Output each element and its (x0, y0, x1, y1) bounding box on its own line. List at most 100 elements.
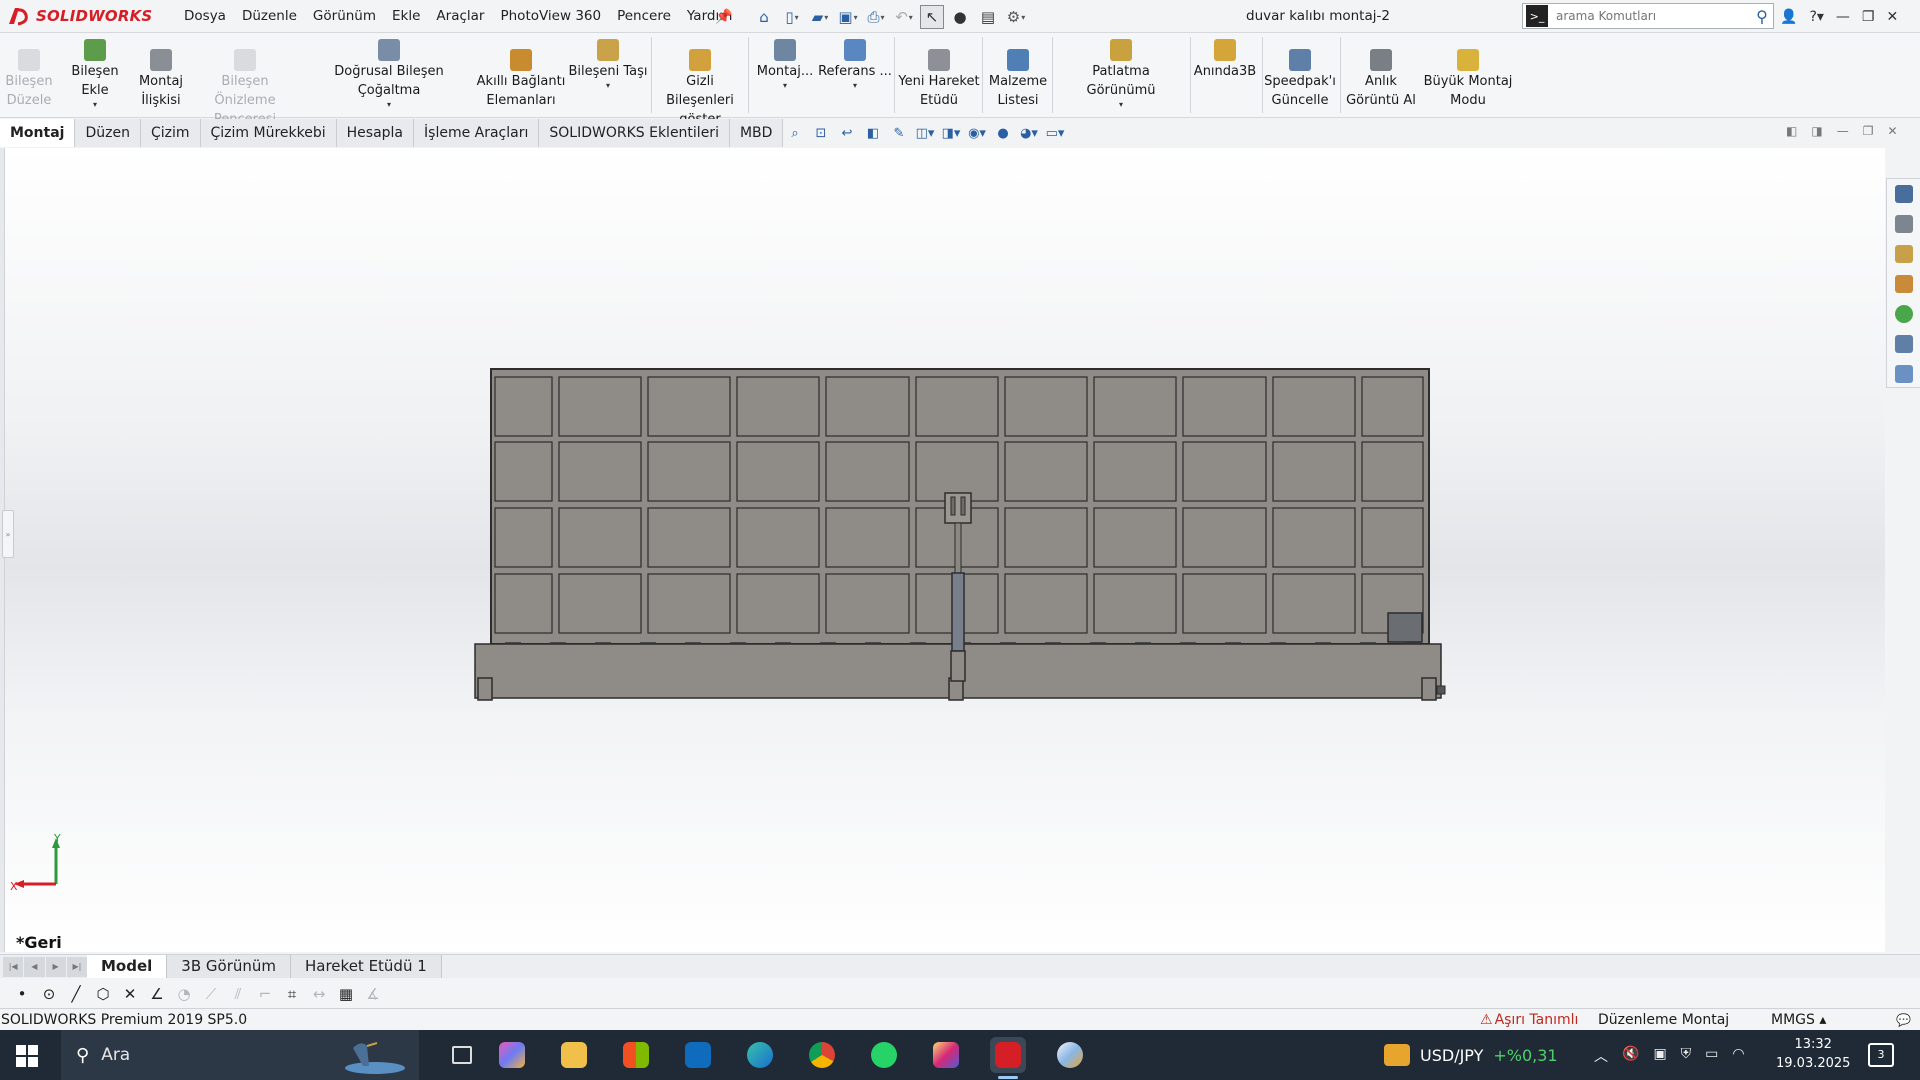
tile-right-icon[interactable]: ◨ (1811, 124, 1822, 138)
convert-entities-icon[interactable]: ⌐ (255, 984, 275, 1004)
panel-cell[interactable] (1093, 441, 1177, 502)
breadcrumb-back[interactable]: *Geri (16, 933, 62, 952)
panel-cell[interactable] (736, 573, 820, 634)
bill-of-materials-button[interactable]: Malzeme Listesi (986, 45, 1050, 110)
graphics-area[interactable] (5, 148, 1885, 952)
panel-cell[interactable] (494, 376, 553, 437)
tab-solidworks-eklentileri[interactable]: SOLIDWORKS Eklentileri (539, 119, 730, 147)
stock-ticker-widget[interactable]: USD/JPY +%0,31 (1384, 1044, 1558, 1066)
pin-icon[interactable]: 📌 (715, 9, 732, 25)
new-document-icon[interactable]: ▯ ▾ (780, 5, 804, 29)
panel-cell[interactable] (1272, 573, 1356, 634)
solidworks-app-icon[interactable] (990, 1037, 1026, 1079)
view-settings-icon[interactable]: ▭▾ (1044, 122, 1066, 144)
offset-icon[interactable]: ⫽ (228, 984, 248, 1004)
menu-pencere[interactable]: Pencere (609, 0, 679, 33)
menu-ekle[interactable]: Ekle (384, 0, 428, 33)
undo-icon[interactable]: ↶ ▾ (892, 5, 916, 29)
design-library-icon[interactable] (1889, 209, 1919, 239)
assembly-model[interactable] (5, 148, 1885, 952)
panel-cell[interactable] (736, 376, 820, 437)
panel-cell[interactable] (1182, 573, 1267, 634)
view-orientation-icon[interactable]: ◫▾ (914, 122, 936, 144)
tab-model[interactable]: Model (87, 955, 168, 978)
linear-pattern-button[interactable]: Doğrusal Bileşen Çoğaltma ▾ (304, 35, 474, 110)
file-explorer-app-icon[interactable] (556, 1037, 592, 1073)
panel-cell[interactable] (647, 507, 731, 568)
large-assembly-mode-button[interactable]: Büyük Montaj Modu (1422, 45, 1514, 110)
task-view-icon[interactable] (444, 1037, 480, 1073)
file-explorer-icon[interactable] (1889, 239, 1919, 269)
panel-cell[interactable] (558, 376, 642, 437)
solidworks-resources-icon[interactable] (1889, 179, 1919, 209)
menu-photoview[interactable]: PhotoView 360 (492, 0, 609, 33)
tab-hesapla[interactable]: Hesapla (336, 119, 415, 147)
smart-dimension-icon[interactable]: ⌗ (282, 984, 302, 1004)
tab-motion-study-1[interactable]: Hareket Etüdü 1 (291, 955, 442, 978)
panel-cell[interactable] (825, 441, 910, 502)
panel-cell[interactable] (825, 376, 910, 437)
panel-cell[interactable] (647, 573, 731, 634)
previous-view-icon[interactable]: ↩ (836, 122, 858, 144)
save-icon[interactable]: ▣ ▾ (836, 5, 860, 29)
move-component-button[interactable]: Bileşeni Taşı ▾ (568, 35, 648, 91)
menu-araclar[interactable]: Araçlar (428, 0, 492, 33)
insert-component-button[interactable]: Bileşen Ekle ▾ (58, 35, 132, 110)
exploded-view-button[interactable]: Patlatma Görünümü ▾ (1056, 35, 1186, 110)
panel-cell[interactable] (1182, 507, 1267, 568)
system-clock[interactable]: 13:32 19.03.2025 (1776, 1035, 1850, 1073)
extend-icon[interactable]: ⟋ (201, 984, 221, 1004)
taskbar-search[interactable]: ⚲ Ara (61, 1030, 419, 1080)
tab-duzen[interactable]: Düzen (75, 119, 141, 147)
open-folder-icon[interactable]: ▰ ▾ (808, 5, 832, 29)
panel-cell[interactable] (1272, 507, 1356, 568)
panel-cell[interactable] (558, 441, 642, 502)
help-icon[interactable]: ?▾ (1809, 9, 1823, 25)
options-gear-icon[interactable]: ⚙ ▾ (1004, 5, 1028, 29)
angle-line-icon[interactable]: ∠ (147, 984, 167, 1004)
panel-cell[interactable] (1093, 507, 1177, 568)
device-icon[interactable]: ▣ (1653, 1046, 1666, 1066)
search-icon[interactable]: ⚲ (1751, 7, 1773, 26)
show-hidden-button[interactable]: Gizli Bileşenleri göster (654, 45, 746, 129)
tab-3d-view[interactable]: 3B Görünüm (167, 955, 291, 978)
appearances-icon[interactable] (1889, 299, 1919, 329)
next-tab-icon[interactable]: ▶ (45, 956, 66, 977)
over-defined-warning[interactable]: ⚠ Aşırı Tanımlı (1480, 1012, 1578, 1028)
panel-cell[interactable] (558, 573, 642, 634)
speedpak-update-button[interactable]: Speedpak'ı Güncelle (1264, 45, 1336, 110)
point-icon[interactable]: • (12, 984, 32, 1004)
component-preview-button[interactable]: Bileşen Önizleme Penceresi (190, 45, 300, 129)
view-palette-icon[interactable] (1889, 269, 1919, 299)
tab-cizim-murekkebi[interactable]: Çizim Mürekkebi (200, 119, 337, 147)
assembly-features-button[interactable]: Montaj... ▾ (754, 35, 816, 91)
close-icon[interactable]: ✕ (1886, 9, 1898, 25)
zoom-to-area-icon[interactable]: ⊡ (810, 122, 832, 144)
tab-isleme-araclari[interactable]: İşleme Araçları (414, 119, 540, 147)
tab-mbd[interactable]: MBD (729, 119, 784, 147)
panel-cell[interactable] (736, 507, 820, 568)
hide-show-items-icon[interactable]: ◉▾ (966, 122, 988, 144)
chrome-icon[interactable] (804, 1037, 840, 1073)
copilot-icon[interactable] (494, 1037, 530, 1073)
viewport-minimize-icon[interactable]: — (1837, 124, 1849, 138)
zoom-to-fit-icon[interactable]: ⌕ (784, 122, 806, 144)
forum-icon[interactable] (1889, 359, 1919, 389)
panel-cell[interactable] (558, 507, 642, 568)
menu-gorunum[interactable]: Görünüm (305, 0, 384, 33)
panel-cell[interactable] (1361, 507, 1424, 568)
menu-duzenle[interactable]: Düzenle (234, 0, 305, 33)
menu-dosya[interactable]: Dosya (176, 0, 234, 33)
first-tab-icon[interactable]: |◀ (3, 956, 24, 977)
panel-cell[interactable] (494, 441, 553, 502)
custom-properties-icon[interactable] (1889, 329, 1919, 359)
horizontal-dimension-icon[interactable]: ↔ (309, 984, 329, 1004)
home-icon[interactable]: ⌂ (752, 5, 776, 29)
instagram-icon[interactable] (928, 1037, 964, 1073)
restore-icon[interactable]: ❐ (1862, 9, 1875, 25)
expand-feature-tree-handle[interactable]: » (2, 510, 14, 558)
minimize-icon[interactable]: — (1836, 9, 1850, 25)
command-search[interactable]: >_ ⚲ (1522, 3, 1774, 29)
microsoft-store-icon[interactable] (618, 1037, 654, 1073)
solidworks-logo[interactable]: SOLIDWORKS (6, 2, 156, 30)
